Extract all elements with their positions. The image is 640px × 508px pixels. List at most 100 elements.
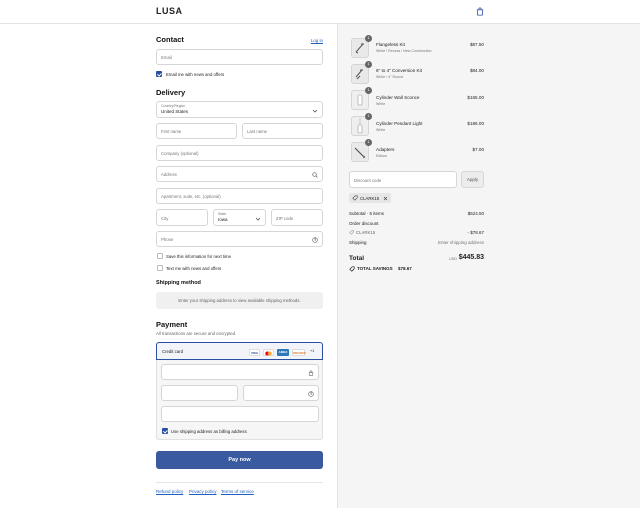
state-label: State <box>218 212 227 216</box>
discover-icon: DISCOVER <box>292 349 306 356</box>
credit-card-form: Use shipping address as billing address <box>156 360 323 440</box>
product-name: Adapters <box>376 147 395 152</box>
search-icon <box>312 172 318 178</box>
applied-code-text: CLARK15 <box>360 195 380 201</box>
shipping-method-heading: Shipping method <box>156 280 201 286</box>
product-name: Flangeless Kit <box>376 42 405 47</box>
shipping-notice: Enter your shipping address to view avai… <box>156 292 323 309</box>
chevron-down-icon <box>312 109 318 113</box>
product-name: Cylinder Wall Sconce <box>376 95 420 100</box>
zip-placeholder: ZIP code <box>276 216 294 221</box>
product-price: $87.50 <box>469 42 484 47</box>
quantity-badge: 1 <box>365 35 372 42</box>
address-placeholder: Address <box>161 172 177 177</box>
save-info-label: Save this information for next time <box>166 253 231 259</box>
subtotal-value: $524.50 <box>467 211 484 216</box>
company-placeholder: Company (optional) <box>161 151 199 156</box>
quantity-badge: 1 <box>365 61 372 68</box>
currency-label: USD <box>449 257 458 261</box>
discount-placeholder: Discount code <box>354 178 382 183</box>
product-variant: White <box>376 128 386 132</box>
email-news-checkbox[interactable] <box>156 71 162 77</box>
phone-field[interactable]: Phone <box>156 231 323 247</box>
email-news-label: Email me with news and offers <box>166 71 225 77</box>
lock-icon <box>308 370 314 376</box>
shipping-notice-text: Enter your shipping address to view avai… <box>178 298 301 303</box>
zip-field[interactable]: ZIP code <box>271 209 323 226</box>
email-field[interactable]: Email <box>156 49 323 65</box>
billing-same-label: Use shipping address as billing address <box>171 428 247 434</box>
mastercard-icon <box>263 349 274 356</box>
product-variant: White / Recess / New Construction <box>376 49 432 53</box>
total-label: Total <box>349 255 365 262</box>
last-name-field[interactable]: Last name <box>242 123 323 139</box>
discount-code-label: CLARK15 <box>356 230 376 235</box>
product-name: 6" to 4" Conversion Kit <box>376 68 422 73</box>
product-variant: Edison <box>376 154 387 158</box>
city-field[interactable]: City <box>156 209 208 226</box>
save-info-checkbox[interactable] <box>157 253 163 259</box>
apply-discount-button[interactable]: Apply <box>461 171 484 188</box>
security-code-field[interactable] <box>243 385 319 401</box>
discount-code-field[interactable]: Discount code <box>349 171 457 188</box>
login-link[interactable]: Log in <box>311 38 323 43</box>
order-discount-label: Order discount <box>349 221 379 226</box>
help-icon[interactable] <box>312 237 318 243</box>
credit-card-label: Credit card <box>162 349 184 354</box>
site-header: LUSA <box>0 0 640 24</box>
shipping-value: Enter shipping address <box>437 240 484 245</box>
subtotal-label: Subtotal · 5 items <box>349 211 385 216</box>
total-savings-label: TOTAL SAVINGS <box>357 266 393 271</box>
pay-now-button[interactable]: Pay now <box>156 451 323 469</box>
chevron-down-icon <box>255 217 261 221</box>
product-price: $84.00 <box>469 68 484 73</box>
discount-value: - $78.67 <box>467 230 484 235</box>
visa-icon: VISA <box>249 349 260 356</box>
shipping-label: Shipping <box>349 240 367 245</box>
address-field[interactable]: Address <box>156 166 323 182</box>
product-name: Cylinder Pendant Light <box>376 121 423 126</box>
card-number-field[interactable] <box>161 364 319 380</box>
contact-heading: Contact <box>156 35 184 44</box>
tag-icon <box>352 195 358 201</box>
payment-heading: Payment <box>156 320 188 329</box>
apartment-field[interactable]: Apartment, suite, etc. (optional) <box>156 188 323 204</box>
terms-link[interactable]: Terms of service <box>221 489 254 494</box>
billing-same-checkbox[interactable] <box>162 428 168 434</box>
state-value: Iowa <box>218 217 228 222</box>
payment-subtitle: All transactions are secure and encrypte… <box>156 331 237 336</box>
footer-divider <box>156 482 323 483</box>
shopping-bag-icon[interactable] <box>476 7 484 16</box>
first-name-field[interactable]: First name <box>156 123 237 139</box>
total-savings-value: $78.67 <box>398 266 412 271</box>
product-price: $7.00 <box>472 147 485 152</box>
quantity-badge: 1 <box>365 113 372 120</box>
more-cards-label: +1 <box>310 349 315 353</box>
first-name-placeholder: First name <box>161 129 182 134</box>
close-icon[interactable] <box>383 196 388 201</box>
country-label: Country/Region <box>161 104 186 108</box>
amex-icon: AMEX <box>277 349 289 356</box>
country-select[interactable]: Country/Region United States <box>156 101 323 118</box>
store-logo[interactable]: LUSA <box>156 6 183 16</box>
applied-discount-tag: CLARK15 <box>349 193 391 203</box>
product-price: $165.00 <box>467 95 484 100</box>
help-icon[interactable] <box>308 391 314 397</box>
company-field[interactable]: Company (optional) <box>156 145 323 161</box>
name-on-card-field[interactable] <box>161 406 319 422</box>
city-placeholder: City <box>161 216 169 221</box>
delivery-heading: Delivery <box>156 88 186 97</box>
quantity-badge: 1 <box>365 87 372 94</box>
refund-policy-link[interactable]: Refund policy <box>156 489 183 494</box>
tag-icon <box>349 230 354 235</box>
credit-card-option[interactable]: Credit card VISA AMEX DISCOVER +1 <box>156 342 323 360</box>
tag-icon <box>349 266 355 272</box>
quantity-badge: 1 <box>365 139 372 146</box>
phone-placeholder: Phone <box>161 237 174 242</box>
privacy-policy-link[interactable]: Privacy policy <box>189 489 217 494</box>
text-news-checkbox[interactable] <box>157 265 163 271</box>
product-variant: White / 4" Round <box>376 75 404 79</box>
state-select[interactable]: State Iowa <box>213 209 266 226</box>
expiration-field[interactable] <box>161 385 238 401</box>
apartment-placeholder: Apartment, suite, etc. (optional) <box>161 194 221 199</box>
